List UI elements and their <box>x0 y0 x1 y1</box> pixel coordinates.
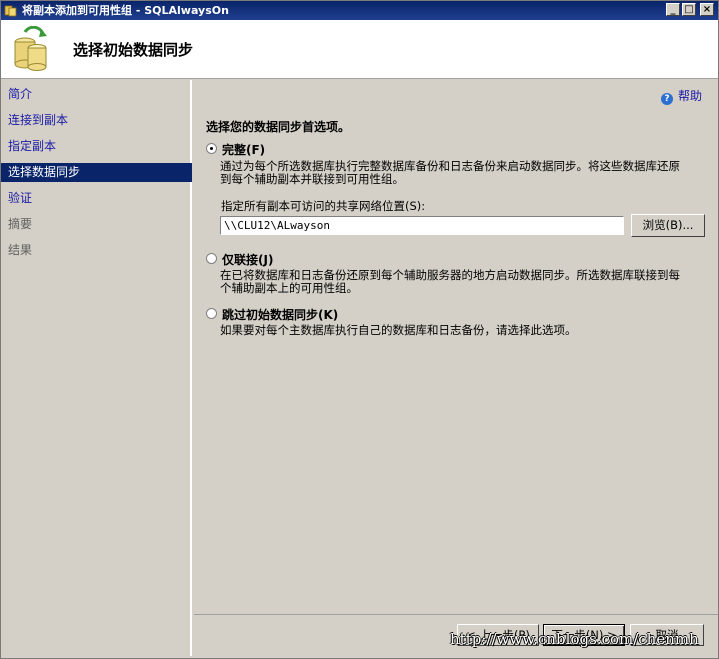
full-radio[interactable] <box>206 143 217 154</box>
app-icon <box>4 5 17 17</box>
share-location-input[interactable]: \\CLU12\ALwayson <box>220 216 624 235</box>
skip-sync-radio[interactable] <box>206 308 217 319</box>
database-sync-icon <box>14 26 47 71</box>
help-icon: ? <box>660 93 673 105</box>
full-option-description: 通过为每个所选数据库执行完整数据库备份和日志备份来启动数据同步。将这些数据库还原… <box>220 160 710 186</box>
sidebar-item-intro[interactable]: 简介 <box>1 85 192 104</box>
page-header: 选择初始数据同步 <box>1 20 718 79</box>
skip-sync-option-label[interactable]: 跳过初始数据同步(K) <box>222 306 338 323</box>
help-label: 帮助 <box>677 89 702 103</box>
skip-desc-line1: 如果要对每个主数据库执行自己的数据库和日志备份，请选择此选项。 <box>220 323 577 337</box>
maximize-button[interactable]: □ <box>682 3 696 16</box>
sidebar-item-summary: 摘要 <box>8 217 33 231</box>
sidebar-item-connect-replicas[interactable]: 连接到副本 <box>1 111 192 130</box>
sidebar-item-data-sync[interactable]: 选择数据同步 <box>1 163 192 182</box>
minimize-button[interactable]: _ <box>666 3 680 16</box>
title-bar[interactable]: 将副本添加到可用性组 - SQLAlwaysOn _ □ × <box>1 1 718 20</box>
skip-sync-option-description: 如果要对每个主数据库执行自己的数据库和日志备份，请选择此选项。 <box>220 324 710 337</box>
browse-button[interactable]: 浏览(B)... <box>631 214 705 237</box>
sidebar-item-specify-replicas[interactable]: 指定副本 <box>1 137 192 156</box>
join-only-option-label[interactable]: 仅联接(J) <box>222 251 273 268</box>
wizard-window: 将副本添加到可用性组 - SQLAlwaysOn _ □ × 选择初始数据同步 … <box>0 0 719 659</box>
join-only-radio[interactable] <box>206 253 217 264</box>
sidebar-item-validation[interactable]: 验证 <box>1 189 192 208</box>
sidebar-item-results: 结果 <box>8 243 33 257</box>
full-desc-line2: 到每个辅助副本并联接到可用性组。 <box>220 172 404 186</box>
sidebar-nav: 简介 连接到副本 指定副本 选择数据同步 验证 摘要 结果 <box>1 80 192 656</box>
main-content: ? 帮助 选择您的数据同步首选项。 完整(F) 通过为每个所选数据库执行完整数据库… <box>194 80 718 614</box>
watermark-text: http://www.cnblogs.com/chenmh <box>450 630 699 648</box>
full-option-label[interactable]: 完整(F) <box>222 141 265 158</box>
close-button[interactable]: × <box>700 3 714 16</box>
window-title: 将副本添加到可用性组 - SQLAlwaysOn <box>22 4 229 17</box>
page-title: 选择初始数据同步 <box>73 41 194 59</box>
join-only-option-description: 在已将数据库和日志备份还原到每个辅助服务器的地方启动数据同步。所选数据库联接到每… <box>220 269 710 295</box>
share-location-label: 指定所有副本可访问的共享网络位置(S): <box>221 199 426 213</box>
section-heading: 选择您的数据同步首选项。 <box>206 120 351 134</box>
join-desc-line2: 个辅助副本上的可用性组。 <box>220 281 358 295</box>
help-link[interactable]: ? 帮助 <box>660 87 702 105</box>
